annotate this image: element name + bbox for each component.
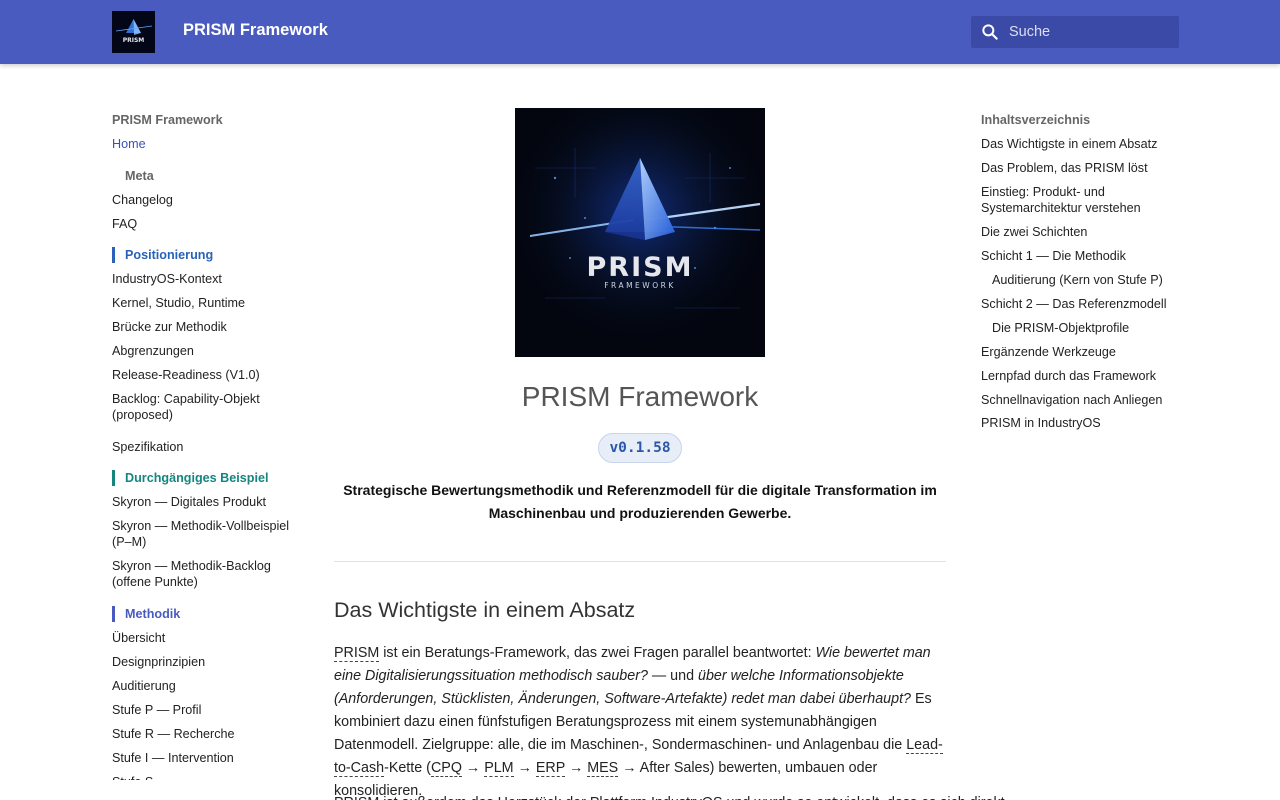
nav-item[interactable]: Skyron — Digitales Produkt xyxy=(112,494,302,510)
toc-item[interactable]: Auditierung (Kern von Stufe P) xyxy=(992,272,1187,288)
nav-item[interactable]: Stufe P — Profil xyxy=(112,702,302,718)
intro-paragraph: PRISM ist ein Beratungs-Framework, das z… xyxy=(334,642,950,800)
link-prism[interactable]: PRISM xyxy=(334,645,380,662)
nav-item[interactable]: Auditierung xyxy=(112,678,302,694)
toc-item[interactable]: Die PRISM-Objektprofile xyxy=(992,320,1187,336)
search-input[interactable] xyxy=(1009,16,1174,48)
nav-item[interactable]: Stufe S xyxy=(112,774,302,780)
nav-item[interactable]: Kernel, Studio, Runtime xyxy=(112,295,302,311)
toc-item[interactable]: Die zwei Schichten xyxy=(981,224,1176,240)
nav-item-home[interactable]: Home xyxy=(112,136,302,152)
text: -Kette ( xyxy=(384,760,431,776)
version-badge: v0.1.58 xyxy=(598,433,682,463)
toc-item[interactable]: Schicht 2 — Das Referenzmodell xyxy=(981,296,1176,312)
link-plm[interactable]: PLM xyxy=(484,760,514,777)
link-cpq[interactable]: CPQ xyxy=(430,760,462,777)
text: — und xyxy=(647,668,698,684)
nav-item[interactable]: Stufe R — Recherche xyxy=(112,726,302,742)
nav-section-methodik[interactable]: Methodik xyxy=(112,606,302,622)
nav-item[interactable]: Skyron — Methodik-Backlog (offene Punkte… xyxy=(112,558,302,590)
section-heading: Das Wichtigste in einem Absatz xyxy=(334,598,636,622)
text: ist ein Beratungs-Framework, das zwei Fr… xyxy=(379,645,816,661)
toc-item[interactable]: Das Wichtigste in einem Absatz xyxy=(981,136,1176,152)
nav-item[interactable]: Abgrenzungen xyxy=(112,343,302,359)
hero-logo-subtitle: FRAMEWORK xyxy=(604,281,676,290)
toc-item[interactable]: Einstieg: Produkt- und Systemarchitektur… xyxy=(981,184,1166,216)
toc-item[interactable]: Ergänzende Werkzeuge xyxy=(981,344,1176,360)
second-paragraph: PRISM ist außerdem das Herzstück der Pla… xyxy=(334,792,1005,800)
nav-item[interactable]: Stufe I — Intervention xyxy=(112,750,302,766)
toc-item[interactable]: Schicht 1 — Die Methodik xyxy=(981,248,1176,264)
arrow: → xyxy=(461,760,485,776)
search-box[interactable] xyxy=(971,16,1179,48)
arrow: → xyxy=(564,760,588,776)
page-title: PRISM Framework xyxy=(521,381,759,412)
divider xyxy=(334,561,946,562)
nav-item-faq[interactable]: FAQ xyxy=(112,216,302,232)
lead-paragraph: Strategische Bewertungsmethodik und Refe… xyxy=(343,482,937,521)
nav-item[interactable]: IndustryOS-Kontext xyxy=(112,271,302,287)
nav-title: PRISM Framework xyxy=(112,113,223,127)
nav-item-changelog[interactable]: Changelog xyxy=(112,192,302,208)
link-erp[interactable]: ERP xyxy=(535,760,565,777)
nav-section-positionierung[interactable]: Positionierung xyxy=(112,247,302,263)
hero-logo-image: PRISM FRAMEWORK xyxy=(515,108,765,357)
link-mes[interactable]: MES xyxy=(587,760,619,777)
toc-item[interactable]: Schnellnavigation nach Anliegen xyxy=(981,392,1176,408)
toc-item[interactable]: Lernpfad durch das Framework xyxy=(981,368,1176,384)
nav-item[interactable]: Backlog: Capability-Objekt (proposed) xyxy=(112,391,302,423)
hero-logo-wordmark: PRISM xyxy=(587,252,694,283)
nav-item-spezifikation[interactable]: Spezifikation xyxy=(112,439,302,455)
nav-item[interactable]: Release-Readiness (V1.0) xyxy=(112,367,302,383)
toc-title: Inhaltsverzeichnis xyxy=(981,113,1091,127)
search-icon[interactable] xyxy=(980,22,1000,42)
nav-item[interactable]: Skyron — Methodik-Vollbeispiel (P–M) xyxy=(112,518,302,550)
nav-item[interactable]: Designprinzipien xyxy=(112,654,302,670)
nav-item[interactable]: Übersicht xyxy=(112,630,302,646)
nav-section-meta[interactable]: Meta xyxy=(125,168,302,184)
primary-navigation: PRISM Framework Home Meta Changelog FAQ … xyxy=(112,0,302,800)
nav-item[interactable]: Brücke zur Methodik xyxy=(112,319,302,335)
toc-item[interactable]: PRISM in IndustryOS xyxy=(981,415,1176,431)
toc-item[interactable]: Das Problem, das PRISM löst xyxy=(981,160,1176,176)
nav-section-beispiel[interactable]: Durchgängiges Beispiel xyxy=(112,470,302,486)
arrow: → xyxy=(513,760,536,776)
